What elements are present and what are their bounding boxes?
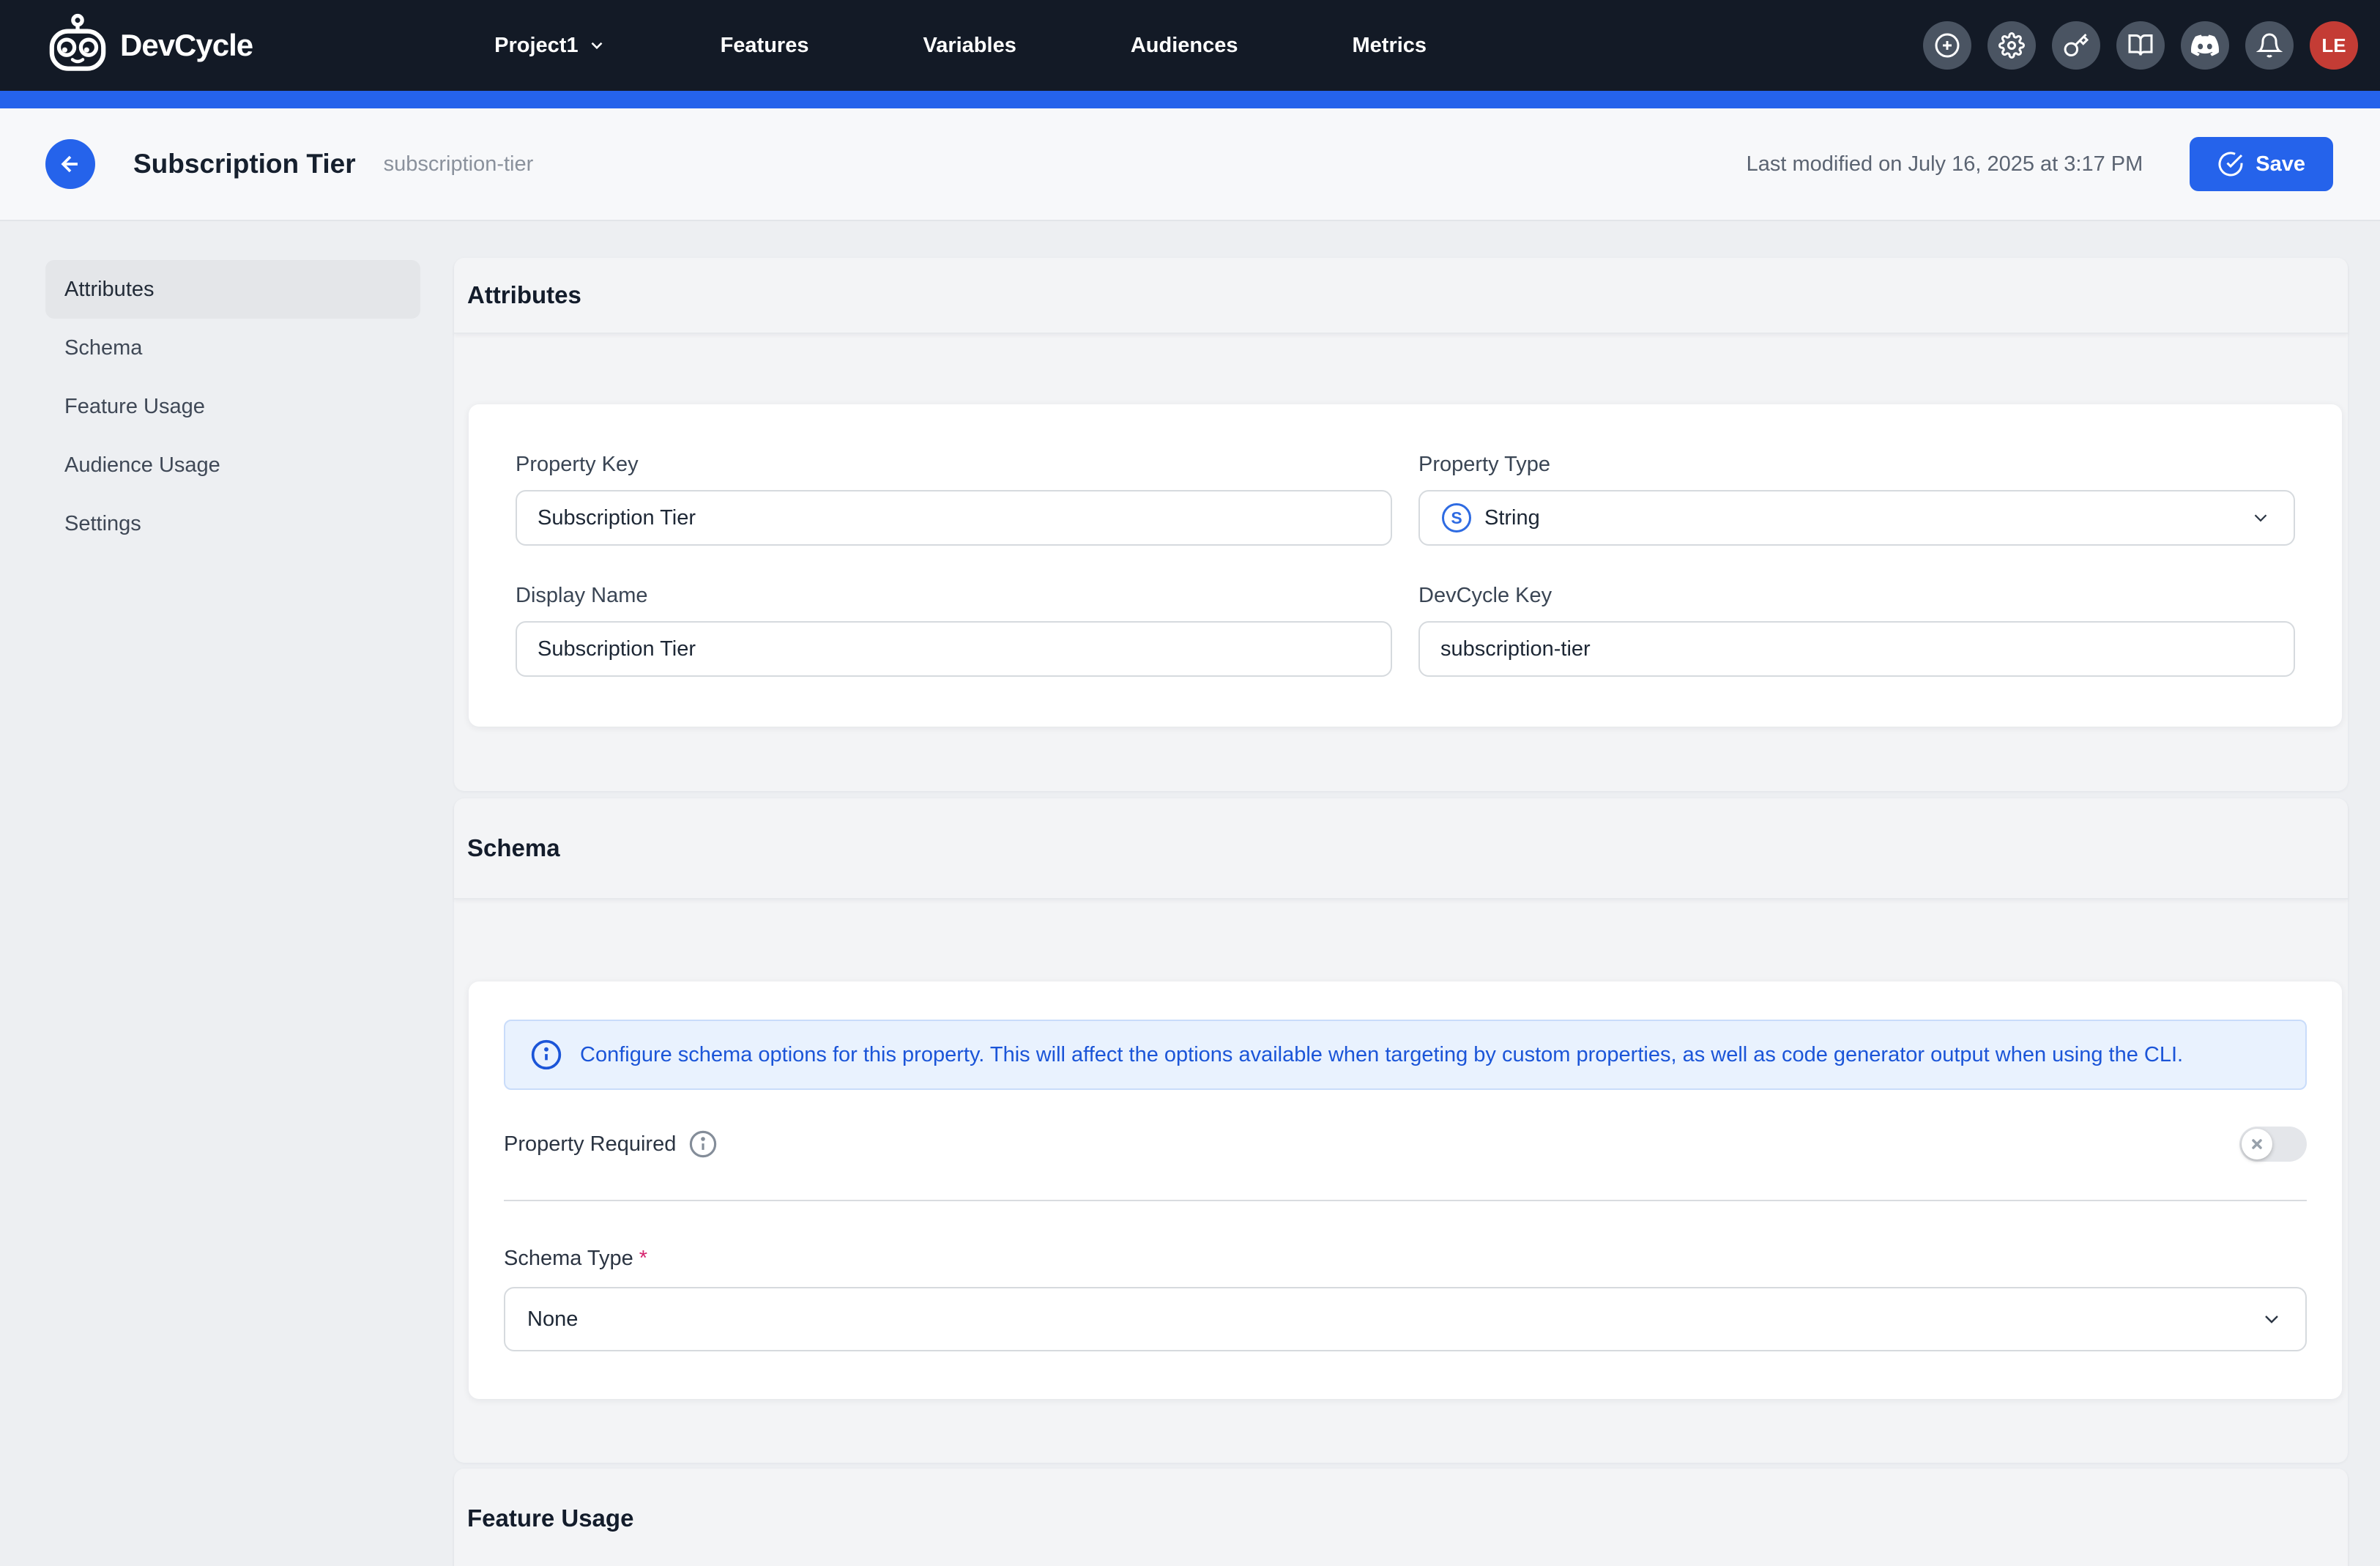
api-key-button[interactable] [2052,21,2100,70]
schema-card: Configure schema options for this proper… [469,981,2342,1399]
property-key-field: Property Key [516,453,1392,547]
main-content: Attributes Property Key Property Type S … [454,221,2348,1566]
display-name-label: Display Name [516,584,1392,608]
attributes-section: Attributes Property Key Property Type S … [454,258,2348,791]
property-key-input[interactable] [516,490,1392,546]
accent-bar [0,91,2380,108]
property-required-row: Property Required [504,1125,2307,1163]
nav-item-audiences[interactable]: Audiences [1131,34,1238,58]
check-circle-icon [2217,151,2244,177]
settings-gear-button[interactable] [1987,21,2036,70]
info-icon[interactable] [688,1129,718,1159]
chevron-down-icon [587,36,606,55]
info-icon [530,1039,562,1071]
devcycle-robot-icon [45,13,110,78]
page-key: subscription-tier [384,152,534,177]
logo-text: DevCycle [120,28,253,63]
devcycle-key-label: DevCycle Key [1418,584,2295,608]
display-name-input[interactable] [516,621,1392,677]
page-body: Attributes Schema Feature Usage Audience… [0,221,2380,1566]
schema-section-header: Schema [454,798,2348,899]
schema-section-title: Schema [467,834,560,862]
display-name-field: Display Name [516,584,1392,678]
save-button[interactable]: Save [2190,137,2333,191]
devcycle-key-input[interactable] [1418,621,2295,677]
top-nav: DevCycle Project1 Features Variables Aud… [0,0,2380,91]
feature-usage-section-title: Feature Usage [467,1504,633,1532]
string-type-icon: S [1442,503,1471,532]
feature-usage-section-header: Feature Usage [454,1469,2348,1566]
attributes-card: Property Key Property Type S String Disp… [469,404,2342,727]
section-sidebar: Attributes Schema Feature Usage Audience… [45,260,420,553]
nav-item-metrics[interactable]: Metrics [1353,34,1427,58]
schema-type-label: Schema Type* [504,1247,2307,1271]
feature-usage-section: Feature Usage [454,1469,2348,1566]
attributes-section-header: Attributes [454,258,2348,334]
sidebar-item-attributes[interactable]: Attributes [45,260,420,319]
last-modified-text: Last modified on July 16, 2025 at 3:17 P… [1747,152,2143,177]
schema-type-select[interactable]: None [504,1287,2307,1351]
sidebar-item-settings[interactable]: Settings [45,494,420,553]
schema-section: Schema Configure schema options for this… [454,798,2348,1463]
discord-button[interactable] [2181,21,2229,70]
page-title: Subscription Tier [133,149,356,179]
nav-item-features[interactable]: Features [721,34,809,58]
chevron-down-icon [2250,507,2272,529]
add-circle-button[interactable] [1923,21,1971,70]
required-asterisk: * [639,1247,647,1270]
property-required-label: Property Required [504,1132,676,1157]
attributes-section-title: Attributes [467,281,581,309]
page-header: Subscription Tier subscription-tier Last… [0,108,2380,221]
back-button[interactable] [45,139,95,189]
user-avatar[interactable]: LE [2310,21,2358,70]
toggle-knob [2242,1129,2272,1159]
property-type-field: Property Type S String [1418,453,2295,547]
devcycle-logo[interactable]: DevCycle [45,13,253,78]
schema-callout-text: Configure schema options for this proper… [580,1043,2183,1067]
nav-item-variables[interactable]: Variables [923,34,1016,58]
notifications-bell-button[interactable] [2245,21,2294,70]
property-key-label: Property Key [516,453,1392,477]
chevron-down-icon [2260,1307,2283,1331]
docs-book-button[interactable] [2116,21,2165,70]
section-divider [504,1200,2307,1201]
property-type-select[interactable]: S String [1418,490,2295,546]
property-type-label: Property Type [1418,453,2295,477]
nav-item-project[interactable]: Project1 [494,34,606,58]
nav-actions: LE [1923,21,2358,70]
sidebar-item-audience-usage[interactable]: Audience Usage [45,436,420,494]
nav-links: Project1 Features Variables Audiences Me… [494,34,1427,58]
sidebar-item-schema[interactable]: Schema [45,319,420,377]
property-required-toggle[interactable] [2239,1127,2307,1162]
devcycle-key-field: DevCycle Key [1418,584,2295,678]
schema-info-callout: Configure schema options for this proper… [504,1020,2307,1090]
sidebar-item-feature-usage[interactable]: Feature Usage [45,377,420,436]
